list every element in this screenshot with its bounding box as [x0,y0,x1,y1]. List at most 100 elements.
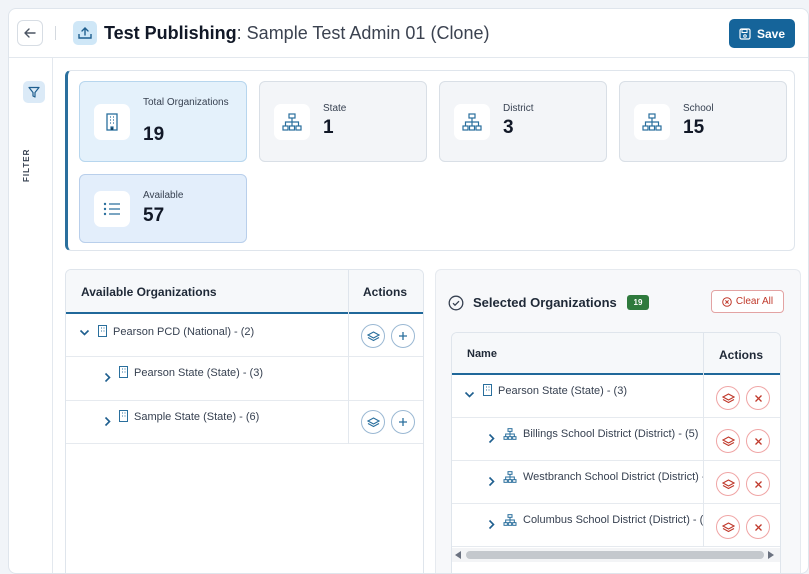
org-name: Westbranch School District (District) - … [523,471,703,483]
filter-button[interactable] [23,81,45,103]
save-button[interactable]: Save [729,19,795,48]
publish-icon [73,21,97,45]
filter-icon [28,86,40,98]
clear-all-button[interactable]: Clear All [711,290,784,313]
list-icon [94,191,130,227]
close-circle-icon [722,296,732,307]
table-row: Columbus School District (District) - (4… [452,504,780,547]
stat-card-district: District 3 [439,81,607,162]
filter-label: FILTER [22,148,31,182]
plus-icon [399,332,407,340]
remove-children-button[interactable] [716,429,740,453]
org-name: Sample State (State) - (6) [134,411,260,423]
publish-children-button[interactable] [361,324,385,348]
selected-table-header: Name Actions [452,333,780,375]
layers-icon [721,436,735,447]
layers-icon [721,393,735,404]
chevron-right-icon[interactable] [102,416,113,430]
stat-card-total: Total Organizations 19 [79,81,247,162]
hierarchy-icon [274,104,310,140]
stat-label: District [503,103,534,114]
layers-icon [721,522,735,533]
stat-value: 15 [683,117,705,138]
org-name: Pearson State (State) - (3) [498,385,627,397]
add-button[interactable] [391,324,415,348]
save-button-label: Save [756,26,786,41]
table-row: Pearson State (State) - (3) [452,375,780,418]
building-icon [98,325,107,337]
table-row: Sample State (State) - (6) [66,401,423,444]
selected-table: Name Actions Pearson State (State) - (3) [451,332,781,573]
publish-children-button[interactable] [361,410,385,434]
selected-organizations-panel: Selected Organizations 19 Clear All Name… [435,269,801,573]
table-row: Westbranch School District (District) - … [452,461,780,504]
close-icon [754,394,762,402]
remove-children-button[interactable] [716,386,740,410]
chevron-right-icon[interactable] [486,519,497,533]
building-icon [94,104,130,140]
scrollbar-thumb[interactable] [466,551,764,559]
layers-icon [721,479,735,490]
hierarchy-icon [634,104,670,140]
arrow-left-icon [24,28,36,38]
building-icon [119,410,128,422]
scroll-left-arrow-icon[interactable] [455,551,461,559]
table-row: Pearson State (State) - (3) [66,357,423,401]
org-name: Pearson PCD (National) - (2) [113,326,255,338]
remove-children-button[interactable] [716,472,740,496]
remove-button[interactable] [746,515,770,539]
scroll-right-arrow-icon[interactable] [768,551,774,559]
check-circle-icon [448,295,464,311]
column-header-actions: Actions [719,348,764,362]
chevron-right-icon[interactable] [486,476,497,490]
add-button[interactable] [391,410,415,434]
remove-children-button[interactable] [716,515,740,539]
table-row: Pearson PCD (National) - (2) [66,314,423,357]
page-title-main: Test Publishing [104,23,237,43]
hierarchy-icon [503,514,517,526]
close-icon [754,437,762,445]
stat-value: 19 [143,124,165,145]
stat-label: Available [143,190,184,201]
org-name: Billings School District (District) - (5… [523,428,699,440]
layers-icon [366,331,380,342]
stat-card-school: School 15 [619,81,787,162]
back-button[interactable] [17,20,43,46]
page-title: Test Publishing: Sample Test Admin 01 (C… [104,22,489,44]
clear-all-label: Clear All [735,296,774,307]
stats-panel: Total Organizations 19 State 1 District … [65,70,795,251]
available-organizations-panel: Available Organizations Actions Pearson … [65,269,424,573]
stat-value: 57 [143,205,165,226]
chevron-right-icon[interactable] [486,433,497,447]
header-divider [55,26,56,40]
chevron-right-icon[interactable] [102,372,113,386]
building-icon [119,366,128,378]
page-title-sub: : Sample Test Admin 01 (Clone) [236,23,490,43]
close-icon [754,480,762,488]
building-icon [483,384,492,396]
layers-icon [366,417,380,428]
column-header-name: Name [467,348,497,360]
remove-button[interactable] [746,472,770,496]
column-header-name: Available Organizations [81,285,217,299]
horizontal-scrollbar[interactable] [452,548,780,562]
chevron-down-icon[interactable] [464,389,475,403]
remove-button[interactable] [746,386,770,410]
save-icon [739,27,751,40]
filter-rail: FILTER [9,58,53,573]
stat-label: School [683,103,714,114]
selected-title: Selected Organizations [473,295,617,310]
selected-count-badge: 19 [627,295,649,310]
column-header-actions: Actions [363,285,408,299]
page-header: Test Publishing: Sample Test Admin 01 (C… [9,9,808,58]
stat-card-available: Available 57 [79,174,247,243]
stat-value: 1 [323,117,334,138]
chevron-down-icon[interactable] [79,327,90,341]
stat-label: State [323,103,347,114]
close-icon [754,523,762,531]
app-window: Test Publishing: Sample Test Admin 01 (C… [8,8,809,574]
remove-button[interactable] [746,429,770,453]
org-name: Pearson State (State) - (3) [134,367,263,379]
stat-label: Total Organizations [143,97,229,108]
stat-value: 3 [503,117,514,138]
